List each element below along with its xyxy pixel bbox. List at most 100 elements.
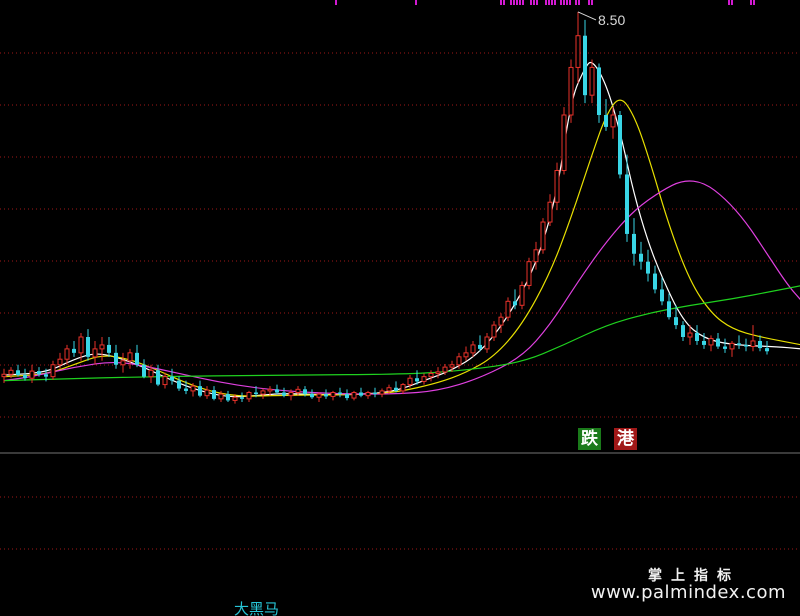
top-marker: [522, 0, 524, 5]
candle: [16, 364, 20, 377]
candle: [708, 335, 714, 352]
candle: [338, 387, 342, 398]
candle-body: [288, 392, 294, 397]
candle-body: [324, 394, 328, 397]
candle-body: [345, 394, 349, 399]
top-marker: [516, 0, 518, 5]
candle-body: [1, 373, 7, 378]
candle-body: [400, 384, 406, 392]
candle-body: [568, 66, 574, 116]
watermark-url: www.palmindex.com: [590, 582, 786, 603]
candle-body: [540, 221, 546, 251]
candle: [575, 11, 581, 84]
candle-body: [394, 387, 398, 391]
candle-body: [491, 324, 497, 338]
candle-body: [526, 261, 532, 286]
candle-body: [583, 35, 587, 96]
candle-body: [142, 364, 146, 377]
candle: [226, 390, 230, 403]
candle: [316, 392, 322, 403]
candle-body: [78, 336, 84, 354]
candle-body: [246, 392, 252, 400]
top-marker: [591, 0, 593, 5]
top-marker: [536, 0, 538, 5]
top-marker: [510, 0, 512, 5]
top-marker: [551, 0, 553, 5]
candle: [120, 352, 126, 373]
candle-body: [162, 376, 168, 386]
candle-body: [575, 35, 581, 68]
indicator-name-label: 大黑马: [234, 600, 280, 616]
candle-body: [29, 370, 35, 379]
candle-body: [519, 284, 525, 306]
candle-body: [456, 356, 462, 366]
candle-body: [505, 300, 511, 318]
candle: [632, 218, 636, 266]
candle: [162, 372, 168, 389]
top-marker: [415, 0, 417, 5]
top-marker: [548, 0, 550, 5]
candle: [597, 63, 601, 123]
candle-body: [37, 371, 41, 375]
candle: [379, 388, 385, 398]
top-marker: [575, 0, 577, 5]
candle: [421, 373, 427, 385]
candle: [345, 389, 349, 401]
candle-body: [687, 332, 693, 338]
candle-body: [428, 372, 434, 378]
candle: [695, 325, 699, 345]
signal-tag-gang: 港: [614, 428, 637, 450]
candle-body: [597, 67, 601, 115]
candle: [310, 389, 314, 399]
candle-body: [8, 369, 14, 375]
candle-body: [316, 393, 322, 398]
candle-body: [44, 374, 48, 377]
top-marker: [750, 0, 752, 5]
candle-body: [303, 389, 307, 395]
candle-body: [64, 348, 70, 360]
candle: [86, 329, 90, 361]
candle-body: [632, 233, 636, 254]
candle: [660, 277, 664, 306]
candle-body: [338, 392, 342, 395]
price-chart: 8.50: [0, 0, 800, 550]
candle-body: [114, 352, 118, 365]
candle: [561, 107, 567, 175]
candle: [92, 340, 98, 365]
candle-body: [212, 390, 216, 399]
candle-body: [449, 364, 455, 368]
candle-body: [148, 369, 154, 378]
candle-body: [23, 375, 27, 379]
candle: [498, 313, 504, 334]
candle: [72, 340, 76, 357]
candle-body: [561, 114, 567, 171]
candle-body: [282, 392, 286, 396]
candle-body: [184, 388, 188, 391]
top-marker: [569, 0, 571, 5]
candle: [373, 387, 377, 398]
candle-body: [625, 174, 629, 234]
candle-body: [57, 358, 63, 366]
candle-body: [744, 344, 748, 347]
candle-body: [254, 392, 258, 395]
candle-body: [365, 392, 371, 397]
candle-body: [547, 201, 553, 223]
candle: [127, 348, 133, 369]
candle: [463, 346, 469, 361]
candle-body: [240, 397, 244, 399]
signal-tag-die: 跌: [578, 428, 601, 450]
grid-lines: [0, 52, 800, 550]
top-marker: [335, 0, 337, 5]
candle: [554, 162, 560, 211]
candle-body: [639, 253, 643, 262]
candle-body: [589, 66, 595, 96]
candle-body: [513, 301, 517, 306]
candle-body: [107, 344, 111, 353]
candle-body: [442, 366, 448, 373]
candle: [478, 335, 482, 352]
candle: [428, 370, 434, 382]
candle: [204, 386, 210, 399]
candle-body: [674, 317, 678, 326]
candle-body: [554, 170, 560, 203]
top-marker: [753, 0, 755, 5]
